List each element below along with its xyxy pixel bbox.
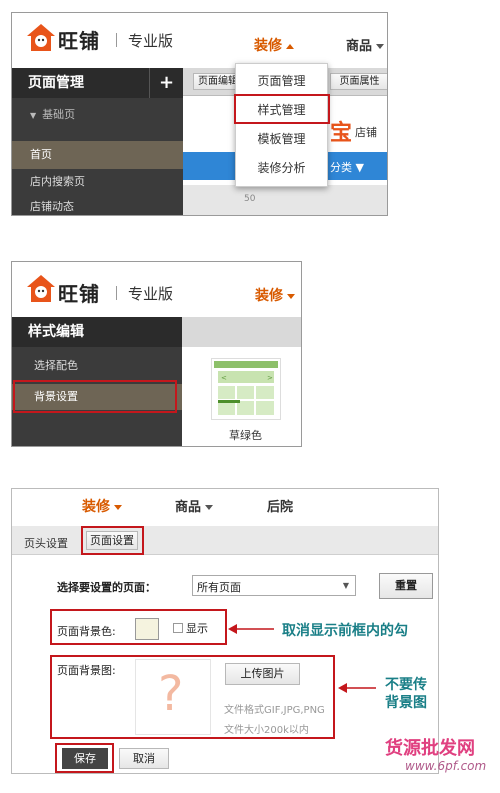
sidebar-group-label: 基础页 [42, 108, 76, 121]
theme-name: 草绿色 [229, 429, 262, 442]
svg-text:<: < [221, 374, 227, 382]
triangle-down-icon: ▼ [355, 161, 364, 174]
settings-tabs-bar [12, 526, 438, 555]
bg-image-preview: ? [135, 659, 211, 735]
edition-label: 专业版 [128, 285, 174, 303]
caret-down-icon [376, 44, 385, 49]
sidebar-item-search[interactable]: 店内搜索页 [12, 169, 183, 195]
bg-color-swatch[interactable] [135, 618, 159, 640]
nav-decorate-label: 装修 [254, 38, 282, 54]
triangle-down-icon: ▼ [30, 111, 37, 120]
upload-image-button[interactable]: 上传图片 [225, 663, 300, 685]
arrow-left-icon [228, 624, 274, 634]
header-divider [116, 286, 117, 300]
category-label-text: 分类 [330, 161, 352, 174]
menu-item-decorate-analysis[interactable]: 装修分析 [236, 157, 327, 179]
sidebar-item-feed[interactable]: 店铺动态 [12, 195, 183, 215]
bg-color-label: 页面背景色: [57, 625, 116, 638]
panel-page-management: 旺铺 专业版 装修 商品 页面管理 + ▼ 基础页 首页 店内搜索页 店铺动态 页… [11, 12, 388, 216]
tab-header-settings[interactable]: 页头设置 [24, 535, 68, 551]
question-mark-icon: ? [158, 666, 184, 722]
highlight-style-management [234, 94, 330, 124]
ruler-value: 50 [244, 194, 256, 204]
cancel-button[interactable]: 取消 [119, 748, 169, 769]
nav-decorate[interactable]: 装修 [254, 35, 294, 55]
shop-label: 店铺 [355, 126, 377, 139]
decorate-dropdown: 页面管理 样式管理 模板管理 装修分析 [235, 63, 328, 187]
nav-decorate[interactable]: 装修 [255, 285, 295, 305]
sidebar-item-label: 店内搜索页 [30, 175, 85, 188]
category-label: 分类 ▼ [330, 159, 364, 175]
nav-backyard[interactable]: 后院 [267, 496, 293, 515]
sidebar-title-text: 页面管理 [28, 75, 84, 91]
wangpu-logo-icon [27, 24, 55, 51]
top-nav [12, 489, 438, 518]
format-hint: 文件格式GIF,JPG,PNG [224, 705, 325, 716]
size-hint: 文件大小200k以内 [224, 725, 309, 736]
no-upload-note-line2: 背景图 [385, 695, 427, 711]
select-page-label: 选择要设置的页面： [57, 581, 156, 594]
caret-up-icon [286, 43, 294, 49]
sidebar-title: 样式编辑 [12, 317, 182, 347]
save-button[interactable]: 保存 [62, 748, 108, 769]
style-preview-bar [182, 317, 301, 347]
menu-item-page-management[interactable]: 页面管理 [236, 70, 327, 92]
no-upload-note-line1: 不要传 [385, 677, 427, 693]
nav-decorate-label: 装修 [82, 499, 110, 515]
reset-button[interactable]: 重置 [379, 573, 433, 599]
bg-image-label: 页面背景图: [57, 664, 116, 677]
sidebar-item-label: 首页 [30, 148, 52, 161]
caret-down-icon [114, 504, 122, 510]
highlight-page-settings-tab [81, 526, 144, 555]
shop-logo-icon: 宝 [330, 121, 353, 146]
page-select-value: 所有页面 [197, 581, 241, 594]
show-checkbox[interactable] [173, 623, 183, 633]
nav-goods[interactable]: 商品 [346, 35, 385, 54]
sidebar-item-label: 店铺动态 [30, 200, 74, 213]
brand-name: 旺铺 [58, 29, 100, 53]
panel-style-editing: 旺铺 专业版 装修 样式编辑 选择配色 背景设置 < > 草绿色 [11, 261, 302, 447]
nav-goods[interactable]: 商品 [175, 496, 214, 515]
highlight-background-settings [13, 380, 177, 413]
watermark-title: 货源批发网 [385, 738, 475, 759]
ruler [183, 185, 387, 215]
header-divider [116, 33, 117, 47]
svg-text:>: > [267, 374, 273, 382]
edition-label: 专业版 [128, 32, 174, 50]
uncheck-note: 取消显示前框内的勾 [282, 623, 408, 639]
sidebar-item-home[interactable]: 首页 [12, 141, 183, 169]
tab-page-props[interactable]: 页面属性 [330, 73, 387, 90]
caret-down-icon [205, 505, 214, 510]
nav-decorate[interactable]: 装修 [82, 496, 122, 516]
arrow-left-icon [338, 683, 376, 693]
dropdown-arrow-icon: ▼ [342, 581, 349, 590]
caret-down-icon [287, 293, 295, 299]
nav-goods-label: 商品 [175, 500, 202, 515]
brand-name: 旺铺 [58, 282, 100, 306]
sidebar: 页面管理 + ▼ 基础页 首页 店内搜索页 店铺动态 [12, 68, 183, 215]
add-page-button[interactable]: + [149, 68, 183, 98]
nav-goods-label: 商品 [346, 39, 373, 54]
wangpu-logo-icon [27, 275, 55, 302]
menu-item-template-management[interactable]: 模板管理 [236, 128, 327, 150]
sidebar-group-basic[interactable]: ▼ 基础页 [12, 100, 183, 130]
page-select[interactable]: 所有页面 ▼ [192, 575, 356, 596]
sidebar-item-color-scheme[interactable]: 选择配色 [12, 353, 182, 379]
watermark-url: www.6pf.com [405, 759, 487, 773]
nav-decorate-label: 装修 [255, 288, 283, 304]
grass-green-theme-icon: < > [214, 361, 278, 415]
sidebar-title: 页面管理 + [12, 68, 183, 98]
theme-thumbnail[interactable]: < > [211, 358, 281, 420]
show-label: 显示 [186, 622, 208, 635]
